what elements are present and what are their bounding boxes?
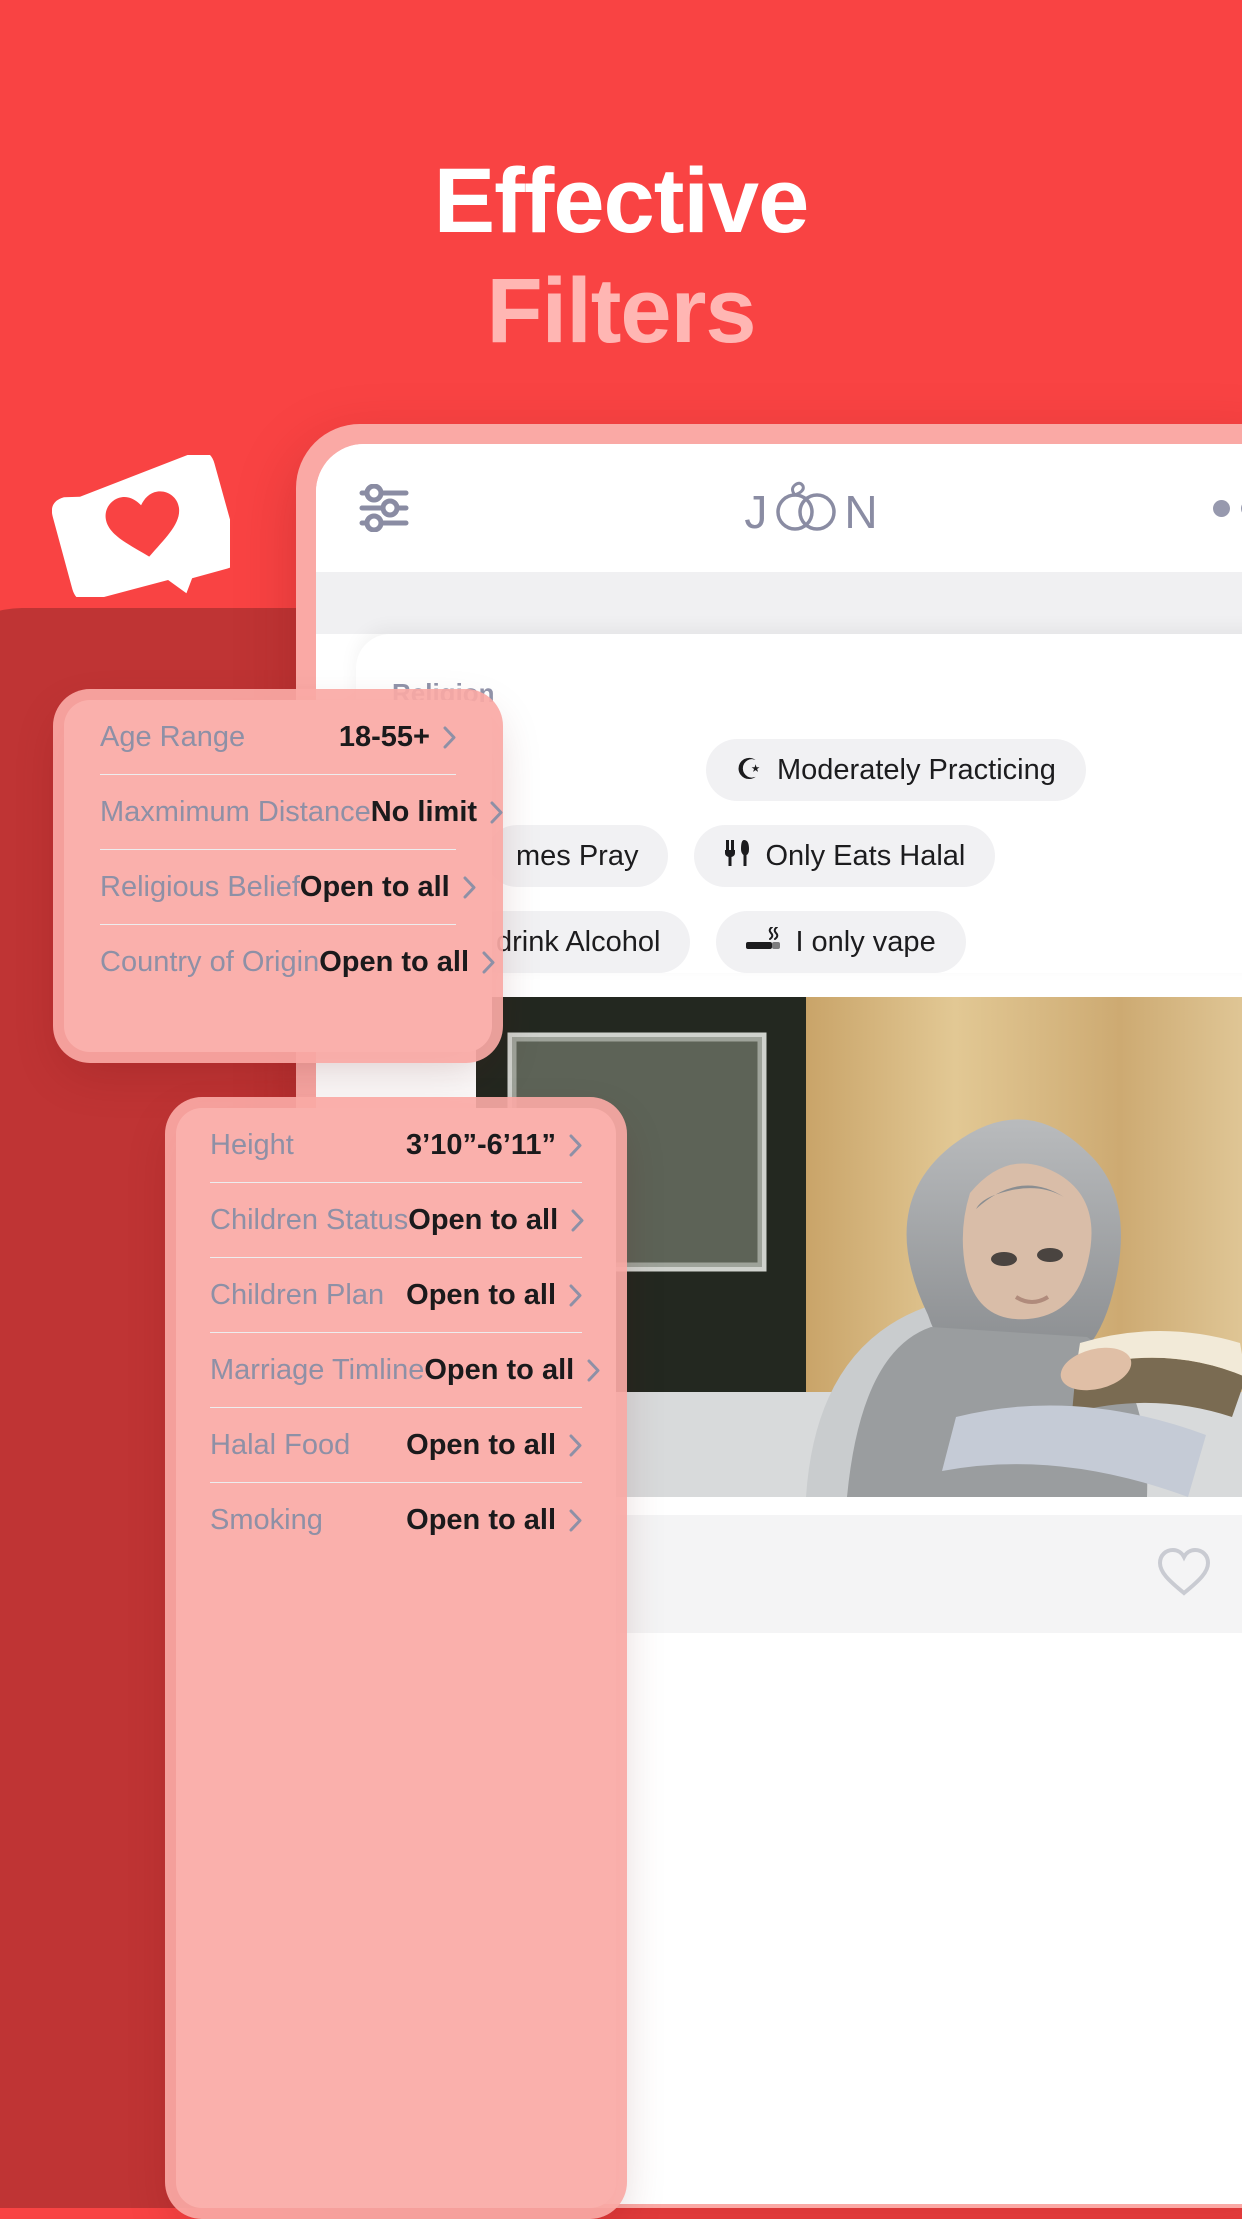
filter-value: 18-55+	[338, 720, 430, 753]
chevron-right-icon	[571, 1209, 584, 1232]
chip-label: mes Pray	[516, 839, 639, 872]
filter-row-religious-belief[interactable]: Religious Belief Open to all	[100, 850, 476, 925]
filter-value: Open to all	[424, 1353, 575, 1386]
filter-value-group: Open to all	[300, 871, 476, 904]
chevron-right-icon	[443, 726, 456, 749]
chevron-right-icon	[463, 876, 476, 899]
filter-value: Open to all	[319, 946, 470, 978]
filter-label: Age Range	[100, 720, 246, 753]
filter-row-age-range[interactable]: Age Range 18-55+	[100, 700, 456, 775]
filter-value: Open to all	[406, 1504, 556, 1536]
filter-row-height[interactable]: Height 3’10”-6’11”	[210, 1108, 582, 1183]
filter-value: Open to all	[299, 870, 450, 903]
filter-value: Open to all	[406, 1428, 556, 1461]
filter-label: Height	[210, 1128, 294, 1161]
chevron-right-icon	[569, 1134, 582, 1157]
filter-label: Maxmimum Distance	[100, 795, 371, 828]
filter-value-group: Open to all	[319, 946, 495, 979]
filter-value: Open to all	[406, 1278, 556, 1311]
filter-label: Country of Origin	[100, 946, 320, 978]
chip-only-eats-halal[interactable]: Only Eats Halal	[694, 825, 996, 887]
filter-value-group: 18-55+	[339, 721, 456, 754]
filter-value: Open to all	[408, 1203, 559, 1236]
hero-title-line2: Filters	[486, 260, 756, 362]
filter-value-group: 3’10”-6’11”	[406, 1129, 582, 1162]
filter-label: Marriage Timline	[210, 1353, 425, 1386]
chip-i-only-vape[interactable]: I only vape	[716, 911, 966, 973]
filter-value-group: Open to all	[406, 1279, 582, 1312]
chevron-right-icon	[490, 801, 503, 824]
filter-value-group: Open to all	[424, 1354, 600, 1387]
filter-label: Religious Belief	[100, 870, 300, 903]
more-horizontal-icon[interactable]	[1213, 499, 1242, 517]
joon-rings-icon	[769, 472, 843, 545]
filter-value-group: Open to all	[408, 1204, 584, 1237]
chip-label: Only Eats Halal	[765, 839, 966, 872]
chevron-right-icon	[569, 1284, 582, 1307]
header-divider-strip	[316, 572, 1242, 634]
filter-row-marriage-timeline[interactable]: Marriage Timline Open to all	[210, 1333, 600, 1408]
filter-row-smoking[interactable]: Smoking Open to all	[210, 1483, 582, 1558]
heart-outline-icon[interactable]	[1156, 1547, 1212, 1602]
chip-label: drink Alcohol	[496, 925, 661, 958]
chevron-right-icon	[569, 1434, 582, 1457]
heart-sticker-icon	[51, 451, 240, 602]
filter-row-halal-food[interactable]: Halal Food Open to all	[210, 1408, 582, 1483]
chevron-right-icon	[482, 951, 495, 974]
filter-label: Children Status	[210, 1203, 409, 1236]
hero-title-line1: Effective	[433, 150, 810, 252]
app-header: JN	[316, 444, 1242, 572]
star-and-crescent-icon: ☪	[736, 753, 762, 786]
filter-card-primary: Age Range 18-55+ Maxmimum Distance No li…	[53, 689, 503, 1063]
chip-label: Moderately Practicing	[777, 753, 1056, 786]
heart-sticker-svg	[51, 451, 240, 602]
hero-headline: Effective Filters	[0, 155, 1242, 360]
filter-row-maximum-distance[interactable]: Maxmimum Distance No limit	[100, 775, 503, 850]
chevron-right-icon	[587, 1359, 600, 1382]
filter-label: Halal Food	[210, 1428, 351, 1461]
chip-label: I only vape	[795, 925, 936, 958]
filter-value: 3’10”-6’11”	[406, 1128, 556, 1161]
fork-and-knife-icon	[724, 838, 750, 874]
cigarette-icon	[746, 926, 781, 957]
joon-wordmark: JN	[744, 472, 878, 545]
chip-sometimes-pray[interactable]: mes Pray	[486, 825, 669, 887]
filter-row-country-of-origin[interactable]: Country of Origin Open to all	[100, 925, 495, 1000]
joon-logo: JN	[744, 472, 878, 545]
filter-value-group: No limit	[371, 796, 503, 829]
filter-card-secondary: Height 3’10”-6’11” Children Status Open …	[165, 1097, 627, 2219]
filter-value-group: Open to all	[406, 1504, 582, 1537]
filter-label: Smoking	[210, 1504, 323, 1536]
sliders-icon[interactable]	[358, 483, 410, 533]
filter-label: Children Plan	[210, 1278, 385, 1311]
filter-value: No limit	[370, 795, 478, 828]
filter-row-children-status[interactable]: Children Status Open to all	[210, 1183, 584, 1258]
filter-row-children-plan[interactable]: Children Plan Open to all	[210, 1258, 582, 1333]
chip-moderately-practicing[interactable]: ☪ Moderately Practicing	[706, 739, 1086, 801]
filter-value-group: Open to all	[406, 1429, 582, 1462]
dot-1	[1213, 499, 1231, 517]
chevron-right-icon	[569, 1509, 582, 1532]
